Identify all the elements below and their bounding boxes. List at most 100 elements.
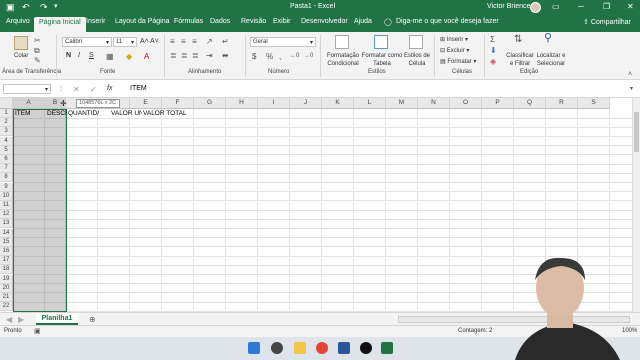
row-header-6[interactable]: 6 bbox=[0, 155, 13, 164]
comma-style-icon[interactable]: , bbox=[279, 52, 281, 61]
align-center-icon[interactable]: ≣ bbox=[181, 51, 188, 60]
column-header-s[interactable]: S bbox=[578, 98, 610, 109]
expand-formula-icon[interactable]: ▾ bbox=[630, 85, 633, 94]
format-button[interactable]: ▤ Formatar ▾ bbox=[440, 58, 476, 65]
copy-icon[interactable]: ⧉ bbox=[34, 46, 40, 55]
shrink-font-button[interactable]: A˅ bbox=[150, 38, 159, 45]
cell-e1[interactable]: VALOR TOTAL bbox=[142, 109, 202, 118]
row-header-18[interactable]: 18 bbox=[0, 265, 13, 275]
align-middle-icon[interactable]: ≡ bbox=[181, 37, 186, 46]
cut-icon[interactable]: ✂ bbox=[34, 36, 41, 45]
share-button[interactable]: ⇪ Compartilhar bbox=[583, 18, 631, 26]
row-header-20[interactable]: 20 bbox=[0, 283, 13, 293]
decrease-decimal-icon[interactable]: →0 bbox=[304, 52, 313, 61]
column-header-j[interactable]: J bbox=[290, 98, 322, 109]
column-header-h[interactable]: H bbox=[226, 98, 258, 109]
row-header-7[interactable]: 7 bbox=[0, 164, 13, 174]
cancel-icon[interactable]: ✕ bbox=[73, 85, 80, 94]
column-header-r[interactable]: R bbox=[546, 98, 578, 109]
orientation-icon[interactable]: ↗ bbox=[206, 37, 213, 46]
row-header-9[interactable]: 9 bbox=[0, 182, 13, 192]
format-table-button[interactable]: Formatar como Tabela bbox=[361, 52, 403, 68]
cell-d1[interactable]: VALOR UN bbox=[110, 109, 142, 118]
close-icon[interactable]: ✕ bbox=[627, 2, 634, 11]
insert-button[interactable]: ⊞ Inserir ▾ bbox=[440, 36, 468, 43]
windows-start-icon[interactable] bbox=[248, 342, 260, 354]
next-sheet-icon[interactable]: ▶ bbox=[18, 315, 24, 324]
macro-record-icon[interactable]: ▣ bbox=[34, 327, 41, 336]
tell-me-search[interactable]: Diga-me o que você deseja fazer bbox=[396, 18, 499, 25]
avatar[interactable] bbox=[530, 2, 541, 13]
tab-layout[interactable]: Layout da Página bbox=[115, 18, 170, 25]
collapse-ribbon-icon[interactable]: ˄ bbox=[628, 70, 632, 79]
borders-icon[interactable]: ▦ bbox=[106, 52, 114, 61]
column-header-q[interactable]: Q bbox=[514, 98, 546, 109]
word-icon[interactable] bbox=[338, 342, 350, 354]
clear-icon[interactable]: ◈ bbox=[490, 57, 496, 66]
fill-icon[interactable]: ⬇ bbox=[490, 46, 497, 55]
column-header-g[interactable]: G bbox=[194, 98, 226, 109]
user-name[interactable]: Victor Brience bbox=[487, 3, 530, 10]
paste-icon[interactable] bbox=[14, 36, 28, 50]
add-sheet-icon[interactable]: ⊕ bbox=[89, 315, 96, 324]
column-header-a[interactable]: A bbox=[13, 98, 45, 109]
indent-icon[interactable]: ⇥ bbox=[206, 51, 213, 60]
format-painter-icon[interactable]: ✎ bbox=[34, 56, 41, 65]
row-header-3[interactable]: 3 bbox=[0, 127, 13, 137]
restore-icon[interactable]: ❐ bbox=[603, 2, 610, 11]
currency-icon[interactable]: $ bbox=[252, 52, 256, 61]
row-header-8[interactable]: 8 bbox=[0, 173, 13, 183]
find-select-button[interactable]: Localizar e Selecionar bbox=[534, 52, 568, 68]
cell-styles-icon[interactable] bbox=[409, 35, 423, 49]
tab-arquivo[interactable]: Arquivo bbox=[6, 18, 30, 25]
scroll-thumb[interactable] bbox=[634, 112, 639, 152]
tab-formulas[interactable]: Fórmulas bbox=[174, 18, 203, 25]
file-explorer-icon[interactable] bbox=[294, 342, 306, 354]
lightbulb-icon[interactable]: ◯ bbox=[384, 18, 392, 26]
cell-a1[interactable]: ITEM bbox=[14, 109, 46, 118]
select-all-corner[interactable] bbox=[0, 98, 13, 109]
paste-label[interactable]: Colar bbox=[14, 53, 28, 59]
column-header-e[interactable]: E bbox=[130, 98, 162, 109]
conditional-format-button[interactable]: Formatação Condicional bbox=[323, 52, 363, 68]
format-table-icon[interactable] bbox=[374, 35, 388, 49]
tab-exibir[interactable]: Exibir bbox=[273, 18, 291, 25]
bold-button[interactable]: N bbox=[66, 52, 71, 59]
autosum-icon[interactable]: Σ bbox=[490, 35, 495, 44]
underline-button[interactable]: S bbox=[89, 52, 94, 59]
cell-b1[interactable]: DESCRIÇÃ bbox=[46, 109, 67, 118]
insert-function-button[interactable]: fx bbox=[107, 85, 112, 92]
percent-icon[interactable]: % bbox=[266, 52, 273, 61]
increase-decimal-icon[interactable]: ←0 bbox=[290, 52, 299, 61]
row-header-22[interactable]: 22 bbox=[0, 302, 13, 312]
column-header-o[interactable]: O bbox=[450, 98, 482, 109]
column-header-f[interactable]: F bbox=[162, 98, 194, 109]
row-header-4[interactable]: 4 bbox=[0, 136, 13, 146]
row-header-5[interactable]: 5 bbox=[0, 145, 13, 155]
column-header-k[interactable]: K bbox=[322, 98, 354, 109]
tab-desenvolvedor[interactable]: Desenvolvedor bbox=[301, 18, 348, 25]
enter-icon[interactable]: ✓ bbox=[90, 85, 97, 94]
tab-pagina-inicial[interactable]: Página Inicial bbox=[34, 17, 86, 32]
cell-styles-button[interactable]: Estilos de Célula bbox=[402, 52, 432, 68]
font-color-icon[interactable]: A bbox=[144, 52, 149, 61]
row-header-10[interactable]: 10 bbox=[0, 191, 13, 201]
wrap-text-icon[interactable]: ↵ bbox=[222, 37, 229, 46]
row-header-19[interactable]: 19 bbox=[0, 274, 13, 284]
minimize-icon[interactable]: ─ bbox=[578, 2, 584, 11]
row-header-21[interactable]: 21 bbox=[0, 293, 13, 302]
align-right-icon[interactable]: ≣ bbox=[192, 51, 199, 60]
row-header-17[interactable]: 17 bbox=[0, 256, 13, 266]
align-top-icon[interactable]: ≡ bbox=[170, 37, 175, 46]
fill-color-icon[interactable]: ◆ bbox=[126, 52, 132, 61]
more-icon[interactable]: ⋮ bbox=[58, 85, 64, 94]
find-icon[interactable]: ⚲ bbox=[544, 33, 552, 44]
tab-inserir[interactable]: Inserir bbox=[86, 18, 105, 25]
row-header-12[interactable]: 12 bbox=[0, 210, 13, 220]
row-header-2[interactable]: 2 bbox=[0, 118, 13, 128]
grow-font-button[interactable]: A˄ bbox=[140, 38, 149, 45]
number-format-select[interactable]: Geral ▾ bbox=[250, 37, 316, 47]
sort-filter-icon[interactable]: ⇅ bbox=[514, 35, 522, 45]
tab-revisao[interactable]: Revisão bbox=[241, 18, 266, 25]
conditional-format-icon[interactable] bbox=[335, 35, 349, 49]
